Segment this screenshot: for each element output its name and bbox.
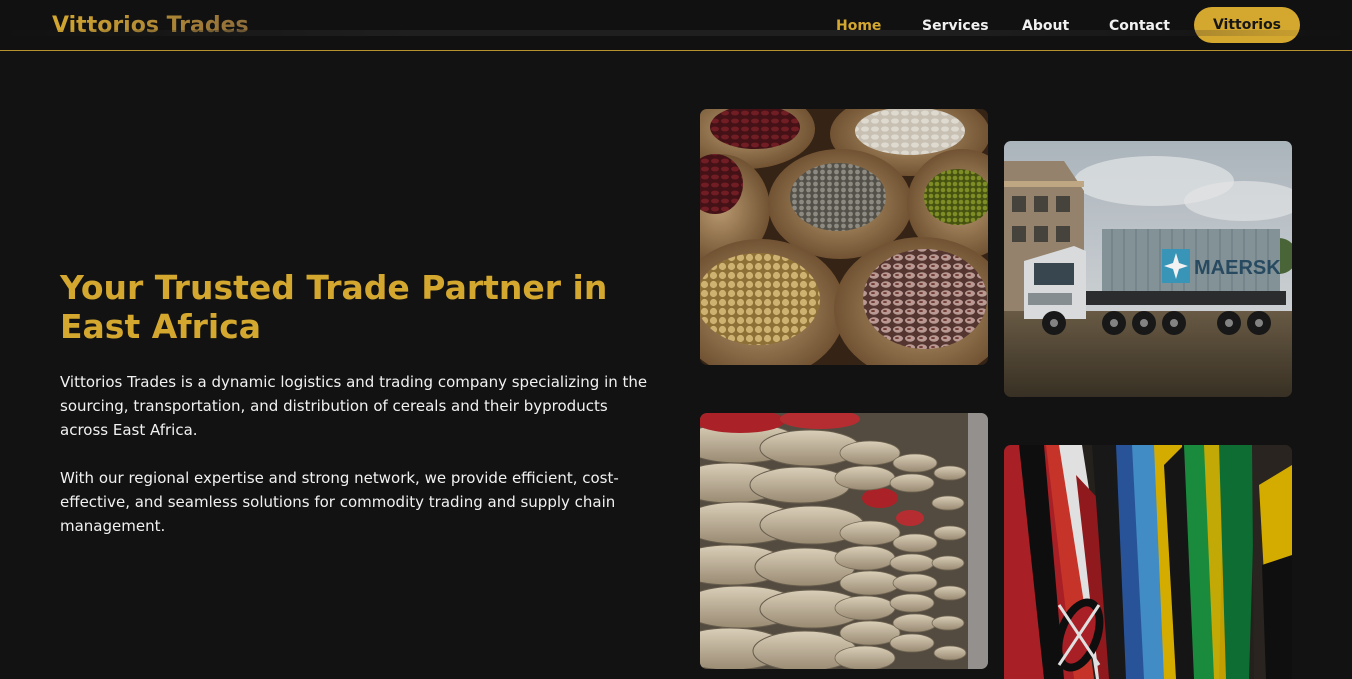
hero-paragraph-expertise: With our regional expertise and strong n…	[60, 469, 619, 535]
image-grain-sacks	[700, 109, 988, 365]
brand-logo[interactable]: Vittorios Trades	[52, 12, 249, 40]
image-flags	[1004, 445, 1292, 679]
nav-link-services[interactable]: Services	[922, 17, 989, 35]
image-stacked-sacks	[700, 413, 988, 669]
nav-cta-button[interactable]: Vittorios	[1194, 7, 1300, 43]
hero-title: Your Trusted Trade Partner in East Afric…	[60, 268, 608, 346]
nav-link-contact[interactable]: Contact	[1109, 17, 1170, 35]
hero-paragraph-intro: Vittorios Trades is a dynamic logistics …	[60, 373, 648, 439]
nav-link-home[interactable]: Home	[836, 17, 881, 35]
nav-link-about[interactable]: About	[1022, 17, 1069, 35]
image-container-truck: MAERSK	[1004, 141, 1292, 397]
navbar: Vittorios Trades Home Services About Con…	[0, 0, 1352, 51]
